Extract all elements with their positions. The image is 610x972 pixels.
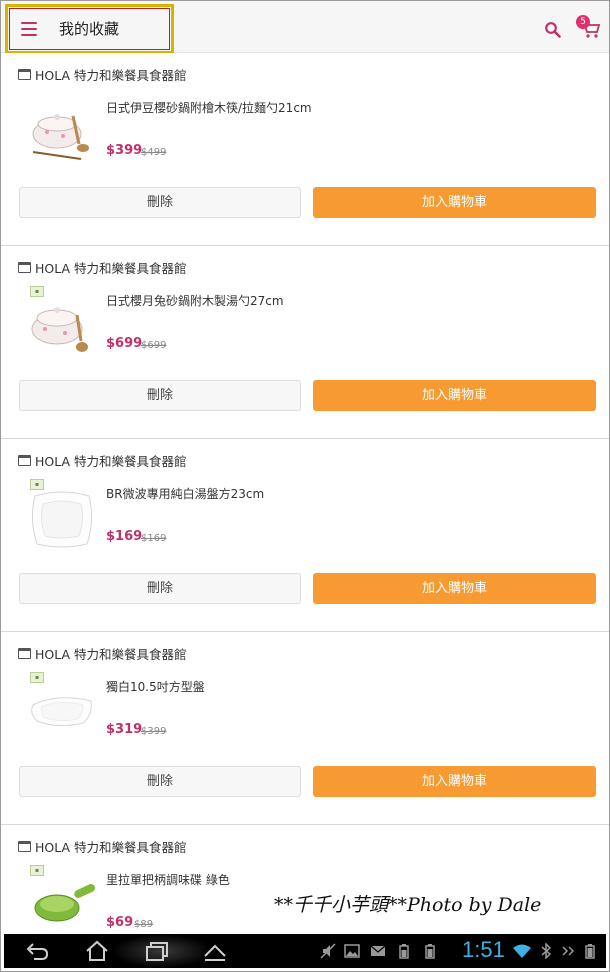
add-to-cart-button[interactable]: 加入購物車	[313, 573, 596, 604]
battery-icon	[399, 944, 409, 959]
hide-keyboard-icon[interactable]	[202, 940, 228, 962]
favorite-item: HOLA 特力和樂餐具食器館 ▪ 里拉單把柄調味碟 綠色 $69 $89	[1, 825, 609, 935]
product-image[interactable]	[27, 868, 97, 928]
photo-watermark: **千千小芋頭**Photo by Dale	[274, 894, 542, 916]
favorite-item: HOLA 特力和樂餐具食器館 ▪ 獨白10.5吋方型盤 $319 $399 刪除…	[1, 632, 609, 825]
product-name[interactable]: 日式櫻月兔砂鍋附木製湯勺27cm	[106, 292, 284, 309]
store-row[interactable]: HOLA 特力和樂餐具食器館	[18, 838, 187, 855]
store-icon	[18, 68, 31, 80]
original-price: $89	[134, 919, 154, 930]
product-name[interactable]: 獨白10.5吋方型盤	[106, 678, 205, 695]
image-icon	[344, 944, 360, 958]
delete-button[interactable]: 刪除	[19, 380, 301, 411]
store-name: HOLA 特力和樂餐具食器館	[35, 839, 187, 855]
search-icon[interactable]	[544, 21, 562, 39]
add-to-cart-button[interactable]: 加入購物車	[313, 766, 596, 797]
delete-button[interactable]: 刪除	[19, 573, 301, 604]
product-name[interactable]: 日式伊豆櫻砂鍋附檜木筷/拉麵勺21cm	[106, 99, 312, 116]
favorite-item: HOLA 特力和樂餐具食器館 ▪ BR微波專用純白湯盤方23cm $169 $1…	[1, 439, 609, 632]
product-price: $169	[106, 529, 143, 544]
recent-apps-icon[interactable]	[144, 940, 170, 962]
store-icon	[18, 647, 31, 659]
product-price: $319	[106, 722, 143, 737]
store-icon	[18, 261, 31, 273]
store-name: HOLA 特力和樂餐具食器館	[35, 67, 187, 83]
delete-button[interactable]: 刪除	[19, 766, 301, 797]
store-row[interactable]: HOLA 特力和樂餐具食器館	[18, 259, 187, 276]
original-price: $699	[141, 340, 167, 351]
cart-count-badge: 5	[576, 15, 590, 29]
system-navigation-bar: 1:51	[4, 934, 606, 968]
store-row[interactable]: HOLA 特力和樂餐具食器館	[18, 452, 187, 469]
store-name: HOLA 特力和樂餐具食器館	[35, 646, 187, 662]
mail-icon	[370, 945, 386, 956]
product-image[interactable]	[27, 482, 97, 552]
add-to-cart-button[interactable]: 加入購物車	[313, 380, 596, 411]
original-price: $499	[141, 147, 167, 158]
favorite-item: HOLA 特力和樂餐具食器館 ▪ 日式櫻月兔砂鍋附木製湯勺27cm $699 $…	[1, 246, 609, 439]
add-to-cart-button[interactable]: 加入購物車	[313, 187, 596, 218]
menu-icon[interactable]	[21, 22, 37, 36]
store-icon	[18, 454, 31, 466]
product-image[interactable]	[27, 96, 97, 166]
store-name: HOLA 特力和樂餐具食器館	[35, 260, 187, 276]
back-icon[interactable]	[24, 940, 50, 962]
product-price: $699	[106, 336, 143, 351]
delete-button[interactable]: 刪除	[19, 187, 301, 218]
store-row[interactable]: HOLA 特力和樂餐具食器館	[18, 645, 187, 662]
original-price: $169	[141, 533, 167, 544]
product-name[interactable]: BR微波專用純白湯盤方23cm	[106, 485, 264, 502]
product-name[interactable]: 里拉單把柄調味碟 綠色	[106, 871, 230, 888]
app-header: 我的收藏 5	[1, 1, 609, 54]
wifi-icon	[513, 944, 531, 958]
product-price: $69	[106, 915, 134, 930]
product-image[interactable]	[27, 675, 97, 745]
more-status-icon	[562, 946, 575, 956]
product-image[interactable]	[27, 289, 97, 359]
store-icon	[18, 840, 31, 852]
battery-icon	[425, 944, 435, 959]
page-title: 我的收藏	[59, 20, 120, 38]
bluetooth-icon	[541, 943, 552, 959]
battery-icon	[585, 944, 595, 959]
store-row[interactable]: HOLA 特力和樂餐具食器館	[18, 66, 187, 83]
store-name: HOLA 特力和樂餐具食器館	[35, 453, 187, 469]
home-icon[interactable]	[84, 940, 110, 962]
system-clock: 1:51	[462, 937, 505, 962]
favorite-item: HOLA 特力和樂餐具食器館 日式伊豆櫻砂鍋附檜木筷/拉麵勺21cm $399 …	[1, 53, 609, 246]
original-price: $399	[141, 726, 167, 737]
mute-icon	[320, 943, 336, 959]
product-price: $399	[106, 143, 143, 158]
